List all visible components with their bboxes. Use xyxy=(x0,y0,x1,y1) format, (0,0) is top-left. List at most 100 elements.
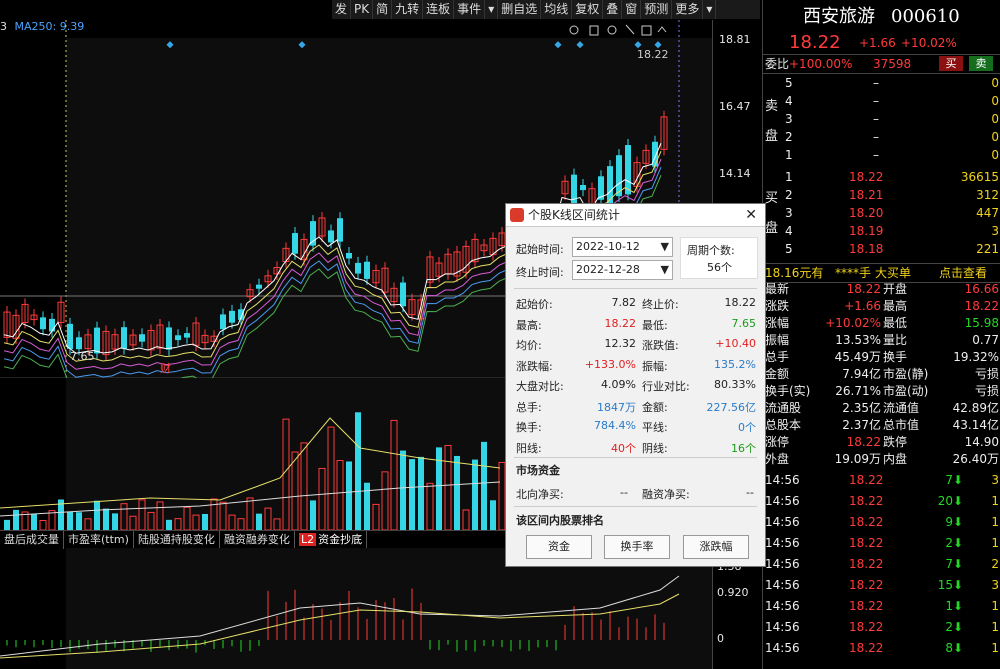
volume: 3 xyxy=(991,224,999,238)
stats-row: 换手(实) 26.71% 市盈(动) 亏损 xyxy=(763,383,1000,400)
chart-toolbar: 发 PK 简 九转 连板 事件 ▾ 删自选 均线 复权 叠 窗 预测 更多 ▾ xyxy=(332,0,760,19)
sell-level-row[interactable]: 1 – 0 xyxy=(763,146,1000,164)
stock-header: 西安旅游 000610 xyxy=(763,4,1000,30)
tab-pe[interactable]: 市盈率(ttm) xyxy=(64,531,134,549)
up-icon[interactable] xyxy=(657,26,667,33)
stat-label: 振幅: xyxy=(642,359,668,373)
level: 4 xyxy=(785,94,793,108)
draw-icon[interactable] xyxy=(625,24,635,35)
toolbar-item-jiuzhuan[interactable]: 九转 xyxy=(392,0,424,19)
eye-icon[interactable] xyxy=(569,25,579,35)
fund-title: 市场资金 xyxy=(516,464,560,477)
stat-label: 量比 xyxy=(883,333,908,347)
toolbar-item-ma[interactable]: 均线 xyxy=(541,0,573,19)
stat-value: 227.56亿 xyxy=(706,400,757,414)
end-date-select[interactable]: 2022-12-28 ▼ xyxy=(572,260,673,280)
stat-label: 总市值 xyxy=(883,418,920,432)
rank-turnover-button[interactable]: 换手率 xyxy=(604,535,670,559)
buy-level-row[interactable]: 4 18.19 3 xyxy=(763,222,1000,240)
buy-level-row[interactable]: 2 18.21 312 xyxy=(763,186,1000,204)
stat-value: 18.22 xyxy=(964,299,999,313)
stat-label: 跌停 xyxy=(883,435,908,449)
down-arrow-icon: ⬇ xyxy=(952,641,963,655)
toolbar-item-remove-watch[interactable]: 删自选 xyxy=(498,0,542,19)
stat-label: 终止价: xyxy=(642,298,679,311)
stats-row: 总股本 2.37亿 总市值 43.14亿 xyxy=(763,417,1000,434)
stat-label: 流通值 xyxy=(883,401,920,415)
toolbar-item-fa[interactable]: 发 xyxy=(332,0,352,19)
low-marker-label: 7.65 xyxy=(70,350,95,363)
stat-label: 涨幅 xyxy=(765,316,790,330)
range-stats-dialog: 个股K线区间统计 ✕ 起始时间: 2022-10-12 ▼ 终止时间: 2022… xyxy=(505,203,766,567)
price: 18.18 xyxy=(849,242,884,256)
tick-volume: 7 xyxy=(945,473,953,487)
stat-label: 大盘对比: xyxy=(516,380,564,393)
tick-count: 1 xyxy=(991,515,999,529)
buy-level-row[interactable]: 5 18.18 221 xyxy=(763,240,1000,258)
view-link[interactable]: 点击查看 xyxy=(939,264,987,282)
buy-level-row[interactable]: 3 18.20 447 xyxy=(763,204,1000,222)
toolbar-item-window[interactable]: 窗 xyxy=(622,0,642,19)
stat-value: 0个 xyxy=(738,421,756,434)
chart-icons xyxy=(569,24,667,36)
stat-value: 14.90 xyxy=(964,435,999,449)
tick-count: 3 xyxy=(991,578,999,592)
price: 18.21 xyxy=(849,188,884,202)
dialog-titlebar[interactable]: 个股K线区间统计 ✕ xyxy=(506,204,765,227)
stat-label: 总手: xyxy=(516,400,542,414)
toolbar-item-lianban[interactable]: 连板 xyxy=(423,0,455,19)
level: 1 xyxy=(785,170,793,184)
stat-label: 市盈(静) xyxy=(883,367,929,381)
stat-label: 阴线: xyxy=(642,441,668,455)
tick-count: 1 xyxy=(991,536,999,550)
start-date-select[interactable]: 2022-10-12 ▼ xyxy=(572,237,673,257)
rank-pct-button[interactable]: 涨跌幅 xyxy=(683,535,749,559)
chevron-down-icon: ▼ xyxy=(660,263,669,276)
toolbar-item-adjust[interactable]: 复权 xyxy=(572,0,604,19)
price: – xyxy=(873,148,879,162)
stat-value: 亏损 xyxy=(974,384,999,398)
sell-level-row[interactable]: 2 – 0 xyxy=(763,128,1000,146)
down-arrow-icon: ⬇ xyxy=(952,557,963,571)
stat-value: 2.35亿 xyxy=(842,401,881,415)
toolbar-item-jian[interactable]: 简 xyxy=(373,0,393,19)
toolbar-item-forecast[interactable]: 预测 xyxy=(641,0,673,19)
sell-level-row[interactable]: 4 – 0 xyxy=(763,92,1000,110)
tick-time: 14:56 xyxy=(765,494,800,508)
tick-volume: 8 xyxy=(945,641,953,655)
tick-row: 14:56 18.22 15 ⬇ 3 xyxy=(763,575,1000,596)
stat-value: +10.02% xyxy=(825,316,881,330)
toolbar-item-pk[interactable]: PK xyxy=(351,0,374,19)
tab-fund-bottom[interactable]: L2 资金抄底 xyxy=(295,531,368,549)
stat-label: 最低 xyxy=(883,316,908,330)
stat-value: 13.53% xyxy=(835,333,881,347)
tick-row: 14:56 18.22 8 ⬇ 1 xyxy=(763,638,1000,659)
more-dropdown-icon[interactable]: ▾ xyxy=(703,0,717,19)
price: – xyxy=(873,112,879,126)
sell-level-row[interactable]: 5 – 0 xyxy=(763,74,1000,92)
toolbar-item-overlay[interactable]: 叠 xyxy=(603,0,623,19)
tab-northbound[interactable]: 陆股通持股变化 xyxy=(134,531,220,549)
layout-icon[interactable] xyxy=(641,25,652,36)
tab-margin[interactable]: 融资融券变化 xyxy=(220,531,295,549)
stat-value: 15.98 xyxy=(964,316,999,330)
sell-level-row[interactable]: 3 – 0 xyxy=(763,110,1000,128)
toolbar-item-events[interactable]: 事件 xyxy=(454,0,486,19)
tick-price: 18.22 xyxy=(849,494,884,508)
stats-row: 外盘 19.09万 内盘 26.40万 xyxy=(763,451,1000,468)
clock-icon[interactable] xyxy=(607,25,617,35)
tab-volume[interactable]: 盘后成交量 xyxy=(0,531,64,549)
buy-level-row[interactable]: 1 18.22 36615 xyxy=(763,168,1000,186)
stat-label: 开盘 xyxy=(883,282,908,296)
buy-button[interactable]: 买 xyxy=(939,56,963,71)
close-icon[interactable]: ✕ xyxy=(745,204,757,226)
volume: 447 xyxy=(976,206,999,220)
stat-label: 涨跌值: xyxy=(642,339,679,352)
toolbar-item-more[interactable]: 更多 xyxy=(672,0,704,19)
rank-fund-button[interactable]: 资金 xyxy=(526,535,592,559)
events-dropdown-icon[interactable]: ▾ xyxy=(485,0,499,19)
sell-button[interactable]: 卖 xyxy=(969,56,993,71)
hand-icon[interactable] xyxy=(589,25,599,36)
tick-volume: 2 xyxy=(945,536,953,550)
stats-row: 总手 45.49万 换手 19.32% xyxy=(763,349,1000,366)
